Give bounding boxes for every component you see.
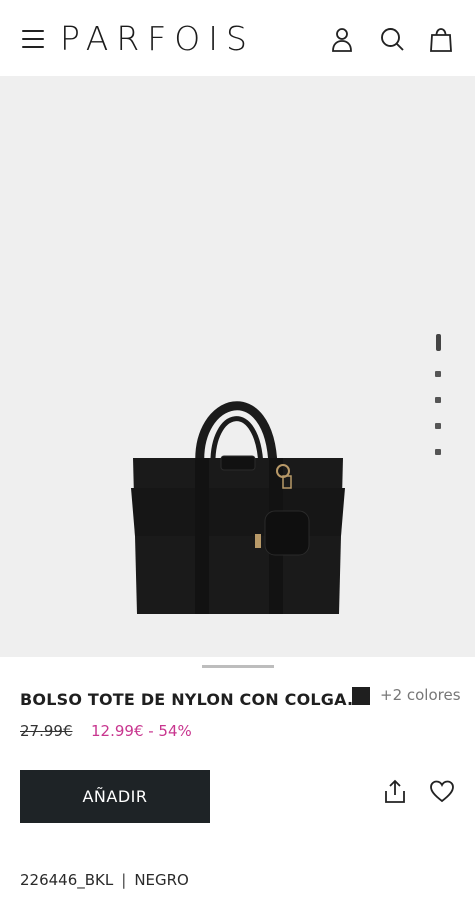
color-swatch[interactable] bbox=[352, 687, 370, 705]
user-icon[interactable] bbox=[329, 25, 355, 53]
sale-price: 12.99€ - 54% bbox=[91, 722, 192, 740]
add-to-cart-button[interactable]: AÑADIR bbox=[20, 770, 210, 823]
reference-code: 226446_BKL bbox=[20, 871, 114, 889]
gallery-dot-active[interactable] bbox=[435, 334, 441, 351]
separator: | bbox=[121, 871, 127, 889]
gallery-dot[interactable] bbox=[435, 423, 441, 429]
brand-logo[interactable]: PARFOIS bbox=[60, 20, 255, 58]
heart-icon[interactable] bbox=[429, 779, 455, 805]
product-reference: 226446_BKL | NEGRO bbox=[20, 871, 189, 889]
gallery-dot[interactable] bbox=[435, 371, 441, 377]
menu-icon[interactable] bbox=[21, 28, 45, 50]
more-colors-link[interactable]: +2 colores bbox=[380, 686, 461, 704]
product-image[interactable] bbox=[0, 76, 475, 657]
search-icon[interactable] bbox=[379, 25, 405, 53]
color-name: NEGRO bbox=[134, 871, 189, 889]
gallery-pagination bbox=[432, 334, 444, 475]
tote-bag-image bbox=[131, 401, 345, 614]
original-price: 27.99€ bbox=[20, 722, 73, 740]
gallery-dot[interactable] bbox=[435, 449, 441, 455]
app-header: PARFOIS bbox=[0, 0, 475, 76]
shopping-bag-icon[interactable] bbox=[428, 25, 454, 53]
gallery-dot[interactable] bbox=[435, 397, 441, 403]
sheet-drag-handle[interactable] bbox=[202, 665, 274, 668]
product-title: BOLSO TOTE DE NYLON CON COLGA... bbox=[20, 690, 366, 709]
share-icon[interactable] bbox=[382, 779, 408, 805]
